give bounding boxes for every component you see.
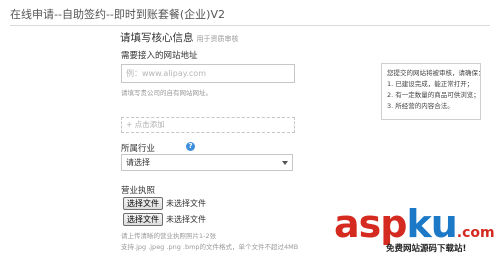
tip-item-2: 2. 有一定数量的商品可供浏览； xyxy=(387,91,480,99)
page-title: 在线申请--自助签约--即时到账套餐(企业)V2 xyxy=(10,8,225,21)
file-status-1: 未选择文件 xyxy=(166,199,206,208)
watermark-caption: 免费网站源码下载站! xyxy=(386,244,467,254)
industry-select[interactable]: 请选择 xyxy=(121,154,293,171)
industry-selected-value: 请选择 xyxy=(126,158,150,167)
url-label: 需要接入的网站地址 xyxy=(121,51,198,61)
file-status-2: 未选择文件 xyxy=(166,215,206,224)
tip-item-3: 3. 所经营的内容合法。 xyxy=(387,102,454,110)
title-divider xyxy=(10,25,490,26)
license-hint-2: 支持.jpg .jpeg .png .bmp的文件格式，单个文件不超过4MB xyxy=(121,243,299,251)
watermark-logo-asp: asp xyxy=(334,202,407,246)
section-subtitle: 用于资质审核 xyxy=(196,35,239,43)
tip-item-1: 1. 已建设完成，能正常打开； xyxy=(387,80,474,88)
watermark-logo-com: .com xyxy=(456,225,495,241)
question-circle-icon[interactable]: ? xyxy=(186,142,195,151)
section-title-text: 请填写核心信息 xyxy=(120,32,194,44)
section-title: 请填写核心信息 用于资质审核 xyxy=(120,30,239,45)
industry-label: 所属行业 xyxy=(121,144,156,154)
choose-file-button-2[interactable]: 选择文件 xyxy=(123,213,163,226)
tip-intro: 您提交的网站将被审核，请确保： xyxy=(387,69,485,77)
choose-file-button-1[interactable]: 选择文件 xyxy=(123,197,163,210)
url-hint: 请填写贵公司的自有网站网址。 xyxy=(121,89,212,97)
add-url-link[interactable]: + 点击添加 xyxy=(121,117,295,133)
watermark-logo-ku: ku xyxy=(406,202,457,246)
website-url-input[interactable] xyxy=(121,64,295,83)
license-hint-1: 请上传清晰的营业执照照片1-2张 xyxy=(121,232,217,240)
review-tip-box: 您提交的网站将被审核，请确保： 1. 已建设完成，能正常打开； 2. 有一定数量… xyxy=(381,63,485,120)
chevron-down-icon xyxy=(282,161,288,165)
license-label: 营业执照 xyxy=(121,186,156,196)
